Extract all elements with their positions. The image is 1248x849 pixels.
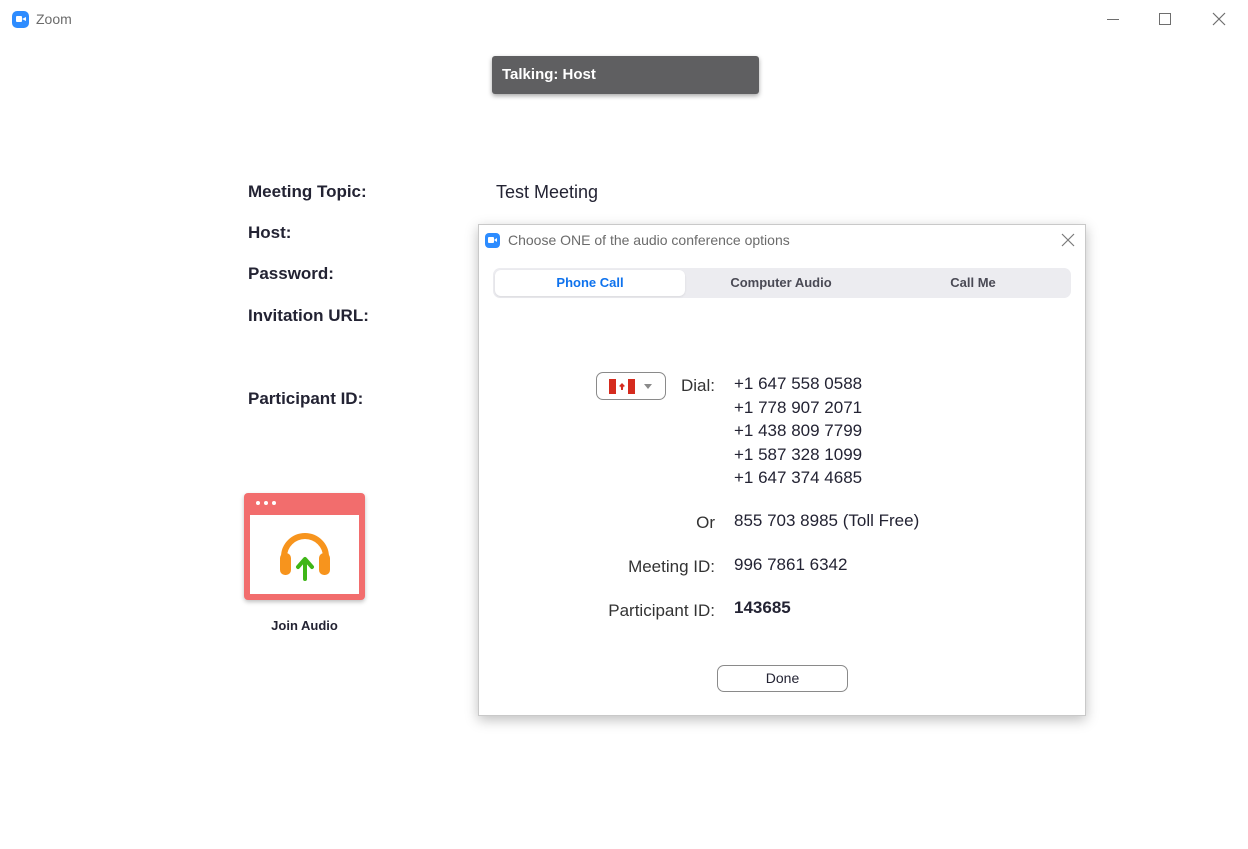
dial-number: +1 438 809 7799 (734, 421, 863, 440)
title-bar: Zoom (0, 0, 1248, 38)
window-title: Zoom (36, 11, 72, 27)
dialog-title: Choose ONE of the audio conference optio… (508, 232, 790, 248)
join-audio-label: Join Audio (271, 618, 338, 633)
tab-phone-call[interactable]: Phone Call (495, 270, 685, 296)
toll-free-number: 855 703 8985 (Toll Free) (734, 511, 920, 530)
dial-numbers-list: +1 647 558 0588 +1 778 907 2071 +1 438 8… (734, 372, 862, 490)
host-label: Host: (248, 223, 292, 242)
tab-computer-audio[interactable]: Computer Audio (685, 270, 877, 296)
chevron-down-icon (644, 384, 652, 389)
audio-tabs: Phone Call Computer Audio Call Me (493, 268, 1071, 298)
done-button[interactable]: Done (717, 665, 848, 692)
zoom-logo-icon (12, 11, 29, 28)
participant-id-label: Participant ID: (248, 389, 364, 408)
participant-id-label: Participant ID: (608, 601, 715, 620)
close-window-button[interactable] (1196, 4, 1242, 34)
zoom-logo-icon (485, 233, 500, 248)
minimize-icon (1107, 18, 1119, 20)
canada-flag-icon (609, 379, 635, 394)
participant-id-value: 143685 (734, 598, 791, 617)
dial-number: +1 778 907 2071 (734, 397, 863, 417)
maximize-button[interactable] (1142, 4, 1188, 34)
close-icon (1212, 12, 1226, 26)
meeting-id-value: 996 7861 6342 (734, 555, 848, 574)
talking-indicator: Talking: Host (492, 56, 759, 94)
password-label: Password: (248, 264, 334, 283)
meeting-id-label: Meeting ID: (628, 557, 715, 576)
country-selector[interactable] (596, 372, 666, 400)
maximize-icon (1159, 13, 1171, 25)
dial-number: +1 647 558 0588 (734, 374, 863, 393)
tab-call-me[interactable]: Call Me (877, 270, 1069, 296)
window-dots-icon (256, 501, 276, 505)
headphones-upload-icon (280, 533, 330, 581)
meeting-topic-value: Test Meeting (496, 182, 599, 202)
minimize-button[interactable] (1090, 4, 1136, 34)
dial-number: +1 647 374 4685 (734, 468, 863, 487)
dial-number: +1 587 328 1099 (734, 444, 863, 464)
invitation-url-label: Invitation URL: (248, 306, 369, 325)
or-label: Or (696, 513, 715, 532)
dialog-close-icon[interactable] (1059, 231, 1077, 249)
audio-options-dialog: Choose ONE of the audio conference optio… (478, 224, 1086, 716)
dial-label: Dial: (680, 376, 715, 395)
join-audio-button[interactable] (244, 493, 365, 600)
meeting-topic-label: Meeting Topic: (248, 182, 367, 201)
